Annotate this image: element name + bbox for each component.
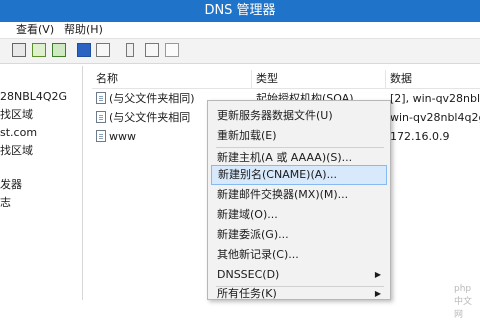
row-name: (与父文件夹相同 [109,111,191,124]
menu-item-other-records[interactable]: 其他新记录(C)... [211,245,387,265]
menu-item-new-delegation[interactable]: 新建委派(G)... [211,225,387,245]
submenu-arrow-icon: ▶ [374,289,381,298]
help-icon[interactable] [77,43,91,57]
context-menu: 更新服务器数据文件(U) 重新加载(E) 新建主机(A 或 AAAA)(S)..… [207,100,391,300]
list-header: 名称 类型 数据 [92,70,480,89]
record-icon [96,111,106,123]
record-icon[interactable] [145,43,159,57]
menu-item-new-mx[interactable]: 新建邮件交换器(MX)(M)... [211,185,387,205]
column-type[interactable]: 类型 [252,70,386,88]
server-icon[interactable] [126,43,134,57]
menu-item-dnssec[interactable]: DNSSEC(D) ▶ [211,265,387,285]
tree-item-forwarders[interactable]: 发器 [0,177,22,193]
menu-item-dnssec-label: DNSSEC(D) [217,268,280,281]
console-tree: 28NBL4Q2G 找区域 st.com 找区域 发器 志 [0,66,83,300]
refresh-icon[interactable] [32,43,46,57]
filter-icon[interactable] [165,43,179,57]
tree-item-server[interactable]: 28NBL4Q2G [0,89,67,105]
tree-item-forward-zones[interactable]: 找区域 [0,107,33,123]
tree-item-logs[interactable]: 志 [0,195,11,211]
menu-item-all-tasks-label: 所有任务(K) [217,287,277,300]
menu-item-reload[interactable]: 重新加载(E) [211,126,387,146]
toolbar [0,38,480,64]
row-name: www [109,130,136,143]
menu-item-all-tasks[interactable]: 所有任务(K) ▶ [211,287,387,301]
record-icon [96,130,106,142]
menu-view[interactable]: 查看(V) [16,22,54,38]
column-data[interactable]: 数据 [386,70,480,88]
row-data: [2], win-qv28nbl4q2... [390,92,480,105]
panel-icon[interactable] [96,43,110,57]
export-icon[interactable] [52,43,66,57]
menu-item-new-alias-cname[interactable]: 新建别名(CNAME)(A)... [211,165,387,185]
record-icon [96,92,106,104]
watermark: php 中文网 [454,284,473,320]
tree-item-reverse-zones[interactable]: 找区域 [0,143,33,159]
window-title: DNS 管理器 [0,0,480,22]
menu-item-new-domain[interactable]: 新建域(O)... [211,205,387,225]
properties-icon[interactable] [12,43,26,57]
row-data: win-qv28nbl4q2g... [390,111,480,124]
column-name[interactable]: 名称 [92,70,252,88]
menubar: 查看(V) 帮助(H) [0,22,480,38]
tree-item-zone-test[interactable]: st.com [0,125,37,141]
row-data: 172.16.0.9 [390,130,450,143]
submenu-arrow-icon: ▶ [374,270,381,279]
row-name: (与父文件夹相同) [109,92,195,105]
menu-item-update-server-file[interactable]: 更新服务器数据文件(U) [211,106,387,126]
menu-help[interactable]: 帮助(H) [64,22,103,38]
